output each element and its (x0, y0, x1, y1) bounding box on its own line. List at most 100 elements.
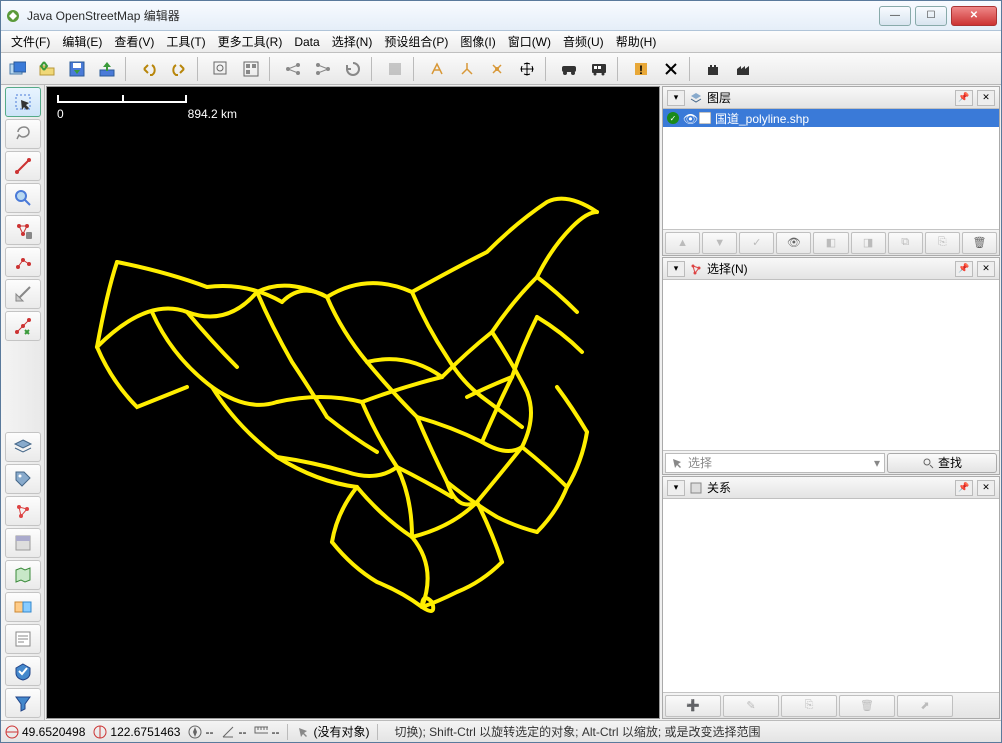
bus-icon[interactable] (585, 56, 613, 82)
pin-icon[interactable]: 📌 (955, 90, 973, 106)
pan-button[interactable] (513, 56, 541, 82)
status-dist: -- (254, 725, 279, 739)
layers-panel-toggle[interactable] (5, 432, 41, 462)
separator-icon (371, 57, 377, 81)
menu-imagery[interactable]: 图像(I) (454, 31, 501, 52)
move-up-button[interactable]: ▲ (665, 232, 700, 254)
relations-panel-toggle[interactable] (5, 528, 41, 558)
status-heading: -- (188, 725, 213, 739)
delete-relation-button[interactable]: 🗑 (839, 695, 895, 717)
menu-tools[interactable]: 工具(T) (160, 31, 211, 52)
tags-panel-toggle[interactable] (5, 464, 41, 494)
reverse-way-button[interactable] (339, 56, 367, 82)
edit-relation-button[interactable]: ✎ (723, 695, 779, 717)
app-icon (5, 8, 21, 24)
menu-file[interactable]: 文件(F) (5, 31, 56, 52)
improve-way-tool[interactable] (5, 311, 41, 341)
gamma-button[interactable]: ◨ (851, 232, 886, 254)
select-relation-button[interactable]: ⬈ (897, 695, 953, 717)
relations-panel-title: 关系 (707, 479, 951, 496)
map-content (57, 117, 657, 717)
new-relation-button[interactable]: ➕ (665, 695, 721, 717)
map-panel-toggle[interactable] (5, 560, 41, 590)
collapse-icon[interactable]: ▾ (667, 90, 685, 106)
collapse-icon[interactable]: ▾ (667, 480, 685, 496)
pointer-icon (670, 456, 684, 470)
opacity-button[interactable]: ◧ (813, 232, 848, 254)
toggle-visibility-button[interactable]: 👁 (776, 232, 811, 254)
measure-tool[interactable] (5, 279, 41, 309)
tool-b-button[interactable] (453, 56, 481, 82)
warning-icon[interactable]: ! (627, 56, 655, 82)
relations-list[interactable] (663, 499, 999, 692)
new-layer-button[interactable] (3, 56, 31, 82)
upload-button[interactable] (93, 56, 121, 82)
layers-list[interactable]: ✓ 👁 国道_polyline.shp (663, 109, 999, 229)
minimize-button[interactable]: — (879, 6, 911, 26)
car-icon[interactable] (555, 56, 583, 82)
find-button[interactable]: 查找 (887, 453, 997, 473)
draw-tool[interactable] (5, 151, 41, 181)
search-button[interactable] (207, 56, 235, 82)
menu-window[interactable]: 窗口(W) (502, 31, 557, 52)
layers-panel-title: 图层 (707, 89, 951, 106)
menu-presets[interactable]: 预设组合(P) (378, 31, 454, 52)
tool-a-button[interactable] (423, 56, 451, 82)
layer-visible-icon[interactable]: 👁 (683, 112, 695, 124)
collapse-icon[interactable]: ▾ (667, 261, 685, 277)
separator-icon (197, 57, 203, 81)
relations-icon (689, 481, 703, 495)
menu-view[interactable]: 查看(V) (108, 31, 160, 52)
panel-close-icon[interactable]: ✕ (977, 90, 995, 106)
separator-icon (287, 724, 288, 740)
menu-selection[interactable]: 选择(N) (326, 31, 379, 52)
selection-combo[interactable]: 选择 ▾ (665, 453, 885, 473)
close-button[interactable]: ✕ (951, 6, 997, 26)
zoom-tool[interactable] (5, 183, 41, 213)
selection-list[interactable] (663, 280, 999, 450)
menu-audio[interactable]: 音频(U) (557, 31, 610, 52)
delete-layer-button[interactable]: 🗑 (962, 232, 997, 254)
tool-c-button[interactable] (483, 56, 511, 82)
save-button[interactable] (63, 56, 91, 82)
menu-more-tools[interactable]: 更多工具(R) (212, 31, 289, 52)
delete-icon[interactable] (657, 56, 685, 82)
right-panels: ▾ 图层 📌 ✕ ✓ 👁 国道_polyline.shp ▲ (661, 85, 1001, 720)
preferences-button[interactable] (237, 56, 265, 82)
pin-icon[interactable]: 📌 (955, 480, 973, 496)
map-view[interactable]: 0 894.2 km (46, 86, 660, 719)
selection-panel-toggle[interactable] (5, 496, 41, 526)
lon-value: 122.6751463 (110, 725, 180, 739)
castle-icon[interactable] (699, 56, 727, 82)
lasso-tool[interactable] (5, 119, 41, 149)
menu-edit[interactable]: 编辑(E) (56, 31, 108, 52)
duplicate-button[interactable]: ⎘ (925, 232, 960, 254)
filter-panel-toggle[interactable] (5, 688, 41, 718)
duplicate-relation-button[interactable]: ⎘ (781, 695, 837, 717)
svg-text:!: ! (639, 63, 643, 77)
validator-panel-toggle[interactable] (5, 656, 41, 686)
merge-button[interactable]: ⧉ (888, 232, 923, 254)
activate-layer-button[interactable]: ✓ (739, 232, 774, 254)
layer-item[interactable]: ✓ 👁 国道_polyline.shp (663, 109, 999, 127)
combine-way-button[interactable] (309, 56, 337, 82)
move-down-button[interactable]: ▼ (702, 232, 737, 254)
way-tool[interactable] (5, 247, 41, 277)
conflict-panel-toggle[interactable] (5, 592, 41, 622)
delete-tool[interactable] (5, 215, 41, 245)
preset-button[interactable] (381, 56, 409, 82)
select-tool[interactable] (5, 87, 41, 117)
menu-data[interactable]: Data (288, 33, 325, 51)
layer-active-icon[interactable]: ✓ (667, 112, 679, 124)
factory-icon[interactable] (729, 56, 757, 82)
panel-close-icon[interactable]: ✕ (977, 480, 995, 496)
history-panel-toggle[interactable] (5, 624, 41, 654)
maximize-button[interactable]: ☐ (915, 6, 947, 26)
split-way-button[interactable] (279, 56, 307, 82)
pin-icon[interactable]: 📌 (955, 261, 973, 277)
undo-button[interactable] (135, 56, 163, 82)
open-button[interactable] (33, 56, 61, 82)
redo-button[interactable] (165, 56, 193, 82)
panel-close-icon[interactable]: ✕ (977, 261, 995, 277)
menu-help[interactable]: 帮助(H) (610, 31, 663, 52)
